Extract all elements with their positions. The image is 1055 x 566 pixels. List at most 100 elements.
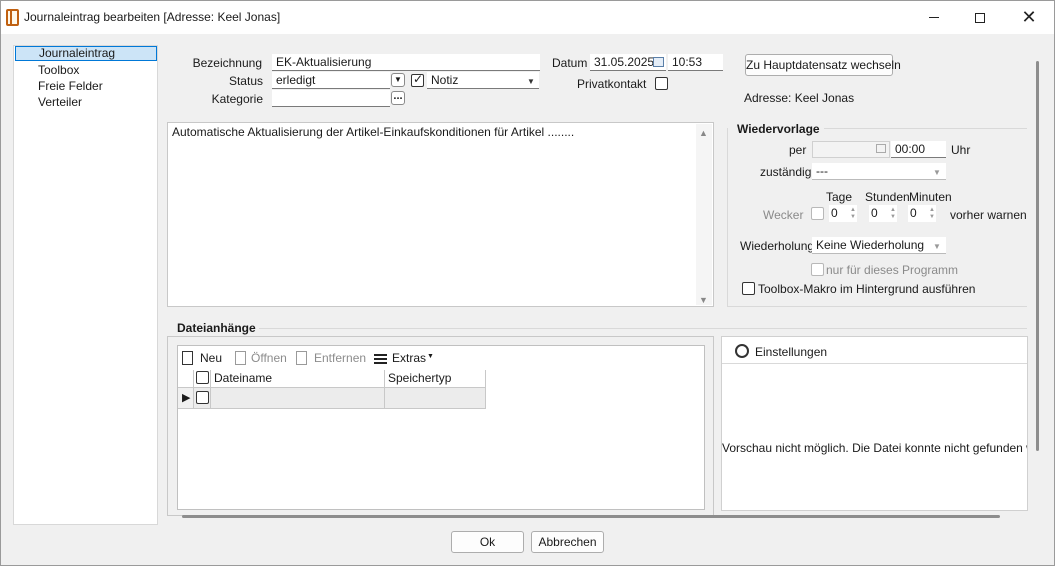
bezeichnung-input[interactable]: EK-Aktualisierung: [272, 54, 540, 71]
preview-message: Vorschau nicht möglich. Die Datei konnte…: [722, 441, 1027, 455]
wiederholung-label: Wiederholung: [740, 239, 815, 253]
per-label: per: [789, 143, 807, 157]
menu-icon[interactable]: [374, 354, 387, 356]
kategorie-input[interactable]: [272, 90, 390, 107]
status-select[interactable]: erledigt: [272, 72, 390, 89]
table-row-dateiname[interactable]: [211, 388, 385, 409]
scroll-down-icon[interactable]: ▼: [699, 293, 708, 308]
col-header-dateiname[interactable]: Dateiname: [211, 370, 385, 388]
wiedervorlage-divider: [824, 128, 1027, 129]
remove-button[interactable]: Entfernen: [314, 351, 366, 365]
open-file-icon[interactable]: [235, 351, 246, 365]
settings-button[interactable]: Einstellungen: [755, 345, 827, 359]
notiz-select[interactable]: Notiz: [427, 72, 539, 89]
vertical-scrollbar[interactable]: [1036, 61, 1039, 451]
wiedervorlage-bottom-border: [727, 306, 1027, 307]
tage-down-icon[interactable]: ▼: [850, 214, 856, 220]
scroll-up-icon[interactable]: ▲: [699, 126, 708, 141]
select-all-checkbox[interactable]: [196, 371, 209, 384]
datum-time-input[interactable]: 10:53: [668, 54, 723, 71]
row-indicator: ▶: [178, 388, 194, 409]
attachments-toolbar: Neu Öffnen Entfernen Extras ▼: [178, 346, 704, 370]
notiz-chevron-down-icon[interactable]: ▼: [527, 77, 535, 86]
new-button[interactable]: Neu: [200, 351, 222, 365]
minimize-button[interactable]: [911, 1, 957, 34]
status-dropdown-button[interactable]: ▼: [391, 73, 405, 87]
remove-file-icon[interactable]: [296, 351, 307, 365]
calendar-icon[interactable]: [653, 57, 664, 67]
dateianhaenge-divider: [259, 328, 1027, 329]
datum-label: Datum: [552, 56, 588, 70]
wiederholung-select[interactable]: Keine Wiederholung: [812, 237, 946, 254]
extras-button[interactable]: Extras: [392, 351, 426, 365]
ok-button[interactable]: Ok: [451, 531, 524, 553]
row-checkbox[interactable]: [196, 391, 209, 404]
cancel-button[interactable]: Abbrechen: [531, 531, 604, 553]
wecker-checkbox[interactable]: [811, 207, 824, 220]
maximize-icon: [975, 12, 985, 23]
close-button[interactable]: ✕: [1006, 1, 1052, 34]
select-all-cell: [194, 370, 211, 388]
open-button[interactable]: Öffnen: [251, 351, 287, 365]
attachments-panel: Neu Öffnen Entfernen Extras ▼ Dateiname …: [177, 345, 705, 510]
note-textarea[interactable]: Automatische Aktualisierung der Artikel-…: [167, 122, 714, 307]
nav-item-freie-felder[interactable]: Freie Felder: [15, 79, 157, 94]
stunden-up-icon[interactable]: ▲: [890, 207, 896, 213]
note-text: Automatische Aktualisierung der Artikel-…: [172, 125, 575, 139]
nur-programm-label: nur für dieses Programm: [826, 263, 959, 277]
minuten-stepper[interactable]: 0 ▲ ▼: [908, 205, 936, 222]
minuten-up-icon[interactable]: ▲: [929, 207, 935, 213]
row-pointer-icon: ▶: [182, 392, 191, 404]
wiedervorlage-title: Wiedervorlage: [737, 122, 820, 136]
table-row-speichertyp[interactable]: [385, 388, 486, 409]
col-header-speichertyp[interactable]: Speichertyp: [385, 370, 486, 388]
row-indicator-header: [178, 370, 194, 388]
note-scrollbar[interactable]: ▲ ▼: [696, 124, 712, 305]
wv-time-input[interactable]: 00:00: [891, 141, 946, 158]
stunden-stepper[interactable]: 0 ▲ ▼: [869, 205, 897, 222]
minuten-down-icon[interactable]: ▼: [929, 214, 935, 220]
notiz-checkbox[interactable]: [411, 72, 424, 87]
window-title: Journaleintrag bearbeiten [Adresse: Keel…: [24, 10, 281, 24]
bezeichnung-label: Bezeichnung: [192, 56, 262, 70]
nav-item-toolbox[interactable]: Toolbox: [15, 63, 157, 78]
horizontal-scrollbar[interactable]: [182, 515, 1000, 518]
stunden-label: Stunden: [865, 190, 910, 204]
table-row-select-cell: [194, 388, 211, 409]
privatkontakt-checkbox[interactable]: [655, 77, 668, 90]
zustaendig-label: zuständig: [760, 165, 812, 179]
title-bar: Journaleintrag bearbeiten [Adresse: Keel…: [1, 1, 1054, 34]
journal-app-icon: [6, 9, 19, 26]
dialog-window: Journaleintrag bearbeiten [Adresse: Keel…: [0, 0, 1055, 566]
kategorie-browse-button[interactable]: ...: [391, 91, 405, 105]
uhr-label: Uhr: [951, 143, 971, 157]
kategorie-label: Kategorie: [211, 92, 263, 106]
new-file-icon[interactable]: [182, 351, 193, 365]
switch-main-record-button[interactable]: Zu Hauptdatensatz wechseln: [745, 54, 901, 76]
zustaendig-chevron-down-icon[interactable]: ▼: [933, 168, 941, 177]
tage-up-icon[interactable]: ▲: [850, 207, 856, 213]
stunden-down-icon[interactable]: ▼: [890, 214, 896, 220]
wiedervorlage-left-border: [727, 128, 728, 306]
maximize-button[interactable]: [957, 1, 1003, 34]
toolbox-makro-label: Toolbox-Makro im Hintergrund ausführen: [758, 282, 976, 296]
minuten-label: Minuten: [909, 190, 952, 204]
nav-item-verteiler[interactable]: Verteiler: [15, 95, 157, 110]
preview-divider: [722, 363, 1027, 364]
close-icon: ✕: [1021, 6, 1037, 28]
adresse-text: Adresse: Keel Jonas: [744, 91, 855, 105]
wiederholung-chevron-down-icon[interactable]: ▼: [933, 242, 941, 251]
tage-value: 0: [831, 206, 838, 220]
zustaendig-select[interactable]: ---: [812, 163, 946, 180]
extras-chevron-down-icon[interactable]: ▼: [427, 353, 434, 360]
tage-label: Tage: [826, 190, 853, 204]
nur-programm-checkbox[interactable]: [811, 263, 824, 276]
tage-stepper[interactable]: 0 ▲ ▼: [829, 205, 857, 222]
minimize-icon: [929, 17, 939, 18]
section-nav: Journaleintrag Toolbox Freie Felder Vert…: [13, 45, 158, 525]
toolbox-makro-checkbox[interactable]: [742, 282, 755, 295]
per-calendar-icon[interactable]: [876, 144, 886, 153]
privatkontakt-label: Privatkontakt: [577, 77, 647, 91]
nav-item-journaleintrag[interactable]: Journaleintrag: [15, 46, 157, 61]
gear-icon[interactable]: [735, 344, 749, 358]
